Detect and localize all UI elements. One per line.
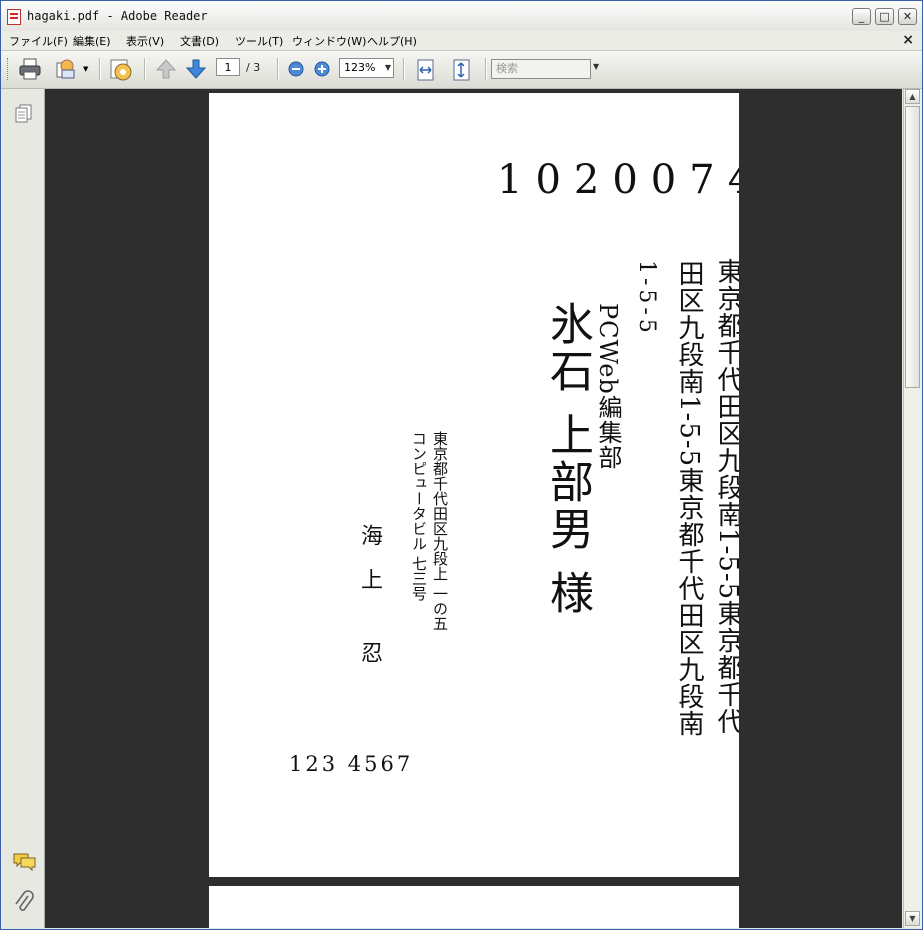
pdf-file-icon <box>7 9 21 25</box>
minimize-button[interactable]: _ <box>852 8 871 25</box>
document-viewport[interactable]: 1020074 東京都千代田区九段南1-5-5東京都千代 田区九段南1-5-5東… <box>45 89 902 928</box>
postal-code: 1020074 <box>497 157 739 203</box>
search-input[interactable]: 検索 <box>491 59 591 79</box>
window-title: hagaki.pdf - Adobe Reader <box>27 9 208 23</box>
zoom-level-value: 123% <box>344 61 376 74</box>
recipient-address-line-3: 1-5-5 <box>634 260 659 337</box>
menu-view[interactable]: 表示(V) <box>126 33 164 49</box>
zoom-level-select[interactable]: 123% ▼ <box>339 58 394 78</box>
sender-postal-code: 123 4567 <box>289 752 414 776</box>
zoom-dropdown-icon[interactable]: ▼ <box>385 59 391 77</box>
toolbar-separator <box>144 58 145 80</box>
menu-tools[interactable]: ツール(T) <box>235 33 283 49</box>
previous-page-icon[interactable] <box>154 57 178 81</box>
tasks-icon[interactable] <box>108 57 134 81</box>
search-dropdown-icon[interactable]: ▼ <box>593 62 599 71</box>
sender-address: 東京都千代田区九段上 一の五 コンピュータビル 七三号 <box>409 431 451 671</box>
scroll-thumb[interactable] <box>905 106 920 388</box>
recipient-name: 氷石 上部男 様 <box>542 301 593 617</box>
zoom-in-icon[interactable] <box>314 61 330 77</box>
vertical-scrollbar[interactable]: ▲ ▼ <box>903 89 922 928</box>
menu-file[interactable]: ファイル(F) <box>9 33 68 49</box>
email-dropdown-icon[interactable]: ▼ <box>83 65 88 73</box>
title-bar: hagaki.pdf - Adobe Reader _ □ ✕ <box>1 1 922 32</box>
email-icon[interactable] <box>54 57 78 81</box>
fit-width-icon[interactable] <box>415 58 437 82</box>
sender-address-line-2: コンピュータビル 七三号 <box>410 431 428 601</box>
page-total: / 3 <box>246 61 261 74</box>
menu-edit[interactable]: 編集(E) <box>73 33 111 49</box>
toolbar-separator <box>277 58 278 80</box>
menu-help[interactable]: ヘルプ(H) <box>367 33 417 49</box>
maximize-button[interactable]: □ <box>875 8 894 25</box>
scroll-up-button[interactable]: ▲ <box>905 89 920 104</box>
document-close-button[interactable]: × <box>902 32 914 48</box>
menu-document[interactable]: 文書(D) <box>180 33 219 49</box>
menu-window[interactable]: ウィンドウ(W) <box>292 33 366 49</box>
print-icon[interactable] <box>17 57 45 81</box>
toolbar-separator <box>99 58 100 80</box>
adobe-reader-window: hagaki.pdf - Adobe Reader _ □ ✕ ファイル(F) … <box>0 0 923 930</box>
recipient-address-line-2: 田区九段南1-5-5東京都千代田区九段南 <box>674 260 704 738</box>
page-number-input[interactable]: 1 <box>216 58 240 76</box>
close-button[interactable]: ✕ <box>898 8 917 25</box>
menu-bar: ファイル(F) 編集(E) 表示(V) 文書(D) ツール(T) ウィンドウ(W… <box>1 31 922 51</box>
attachments-icon[interactable] <box>12 890 36 916</box>
pdf-page-next <box>209 886 739 928</box>
toolbar-grip[interactable] <box>7 58 11 80</box>
scroll-down-button[interactable]: ▼ <box>905 911 920 926</box>
zoom-out-icon[interactable] <box>288 61 304 77</box>
sender-name: 海上 忍 <box>357 524 382 685</box>
toolbar-separator <box>485 58 486 80</box>
navigation-panel <box>2 89 45 928</box>
recipient-address-line-1: 東京都千代田区九段南1-5-5東京都千代 <box>713 258 739 736</box>
pdf-page: 1020074 東京都千代田区九段南1-5-5東京都千代 田区九段南1-5-5東… <box>209 93 739 877</box>
next-page-icon[interactable] <box>184 57 208 81</box>
toolbar-separator <box>403 58 404 80</box>
sender-address-line-1: 東京都千代田区九段上 一の五 <box>431 431 449 631</box>
fit-page-icon[interactable] <box>451 58 473 82</box>
comments-icon[interactable] <box>12 851 38 873</box>
pages-icon[interactable] <box>14 103 34 125</box>
